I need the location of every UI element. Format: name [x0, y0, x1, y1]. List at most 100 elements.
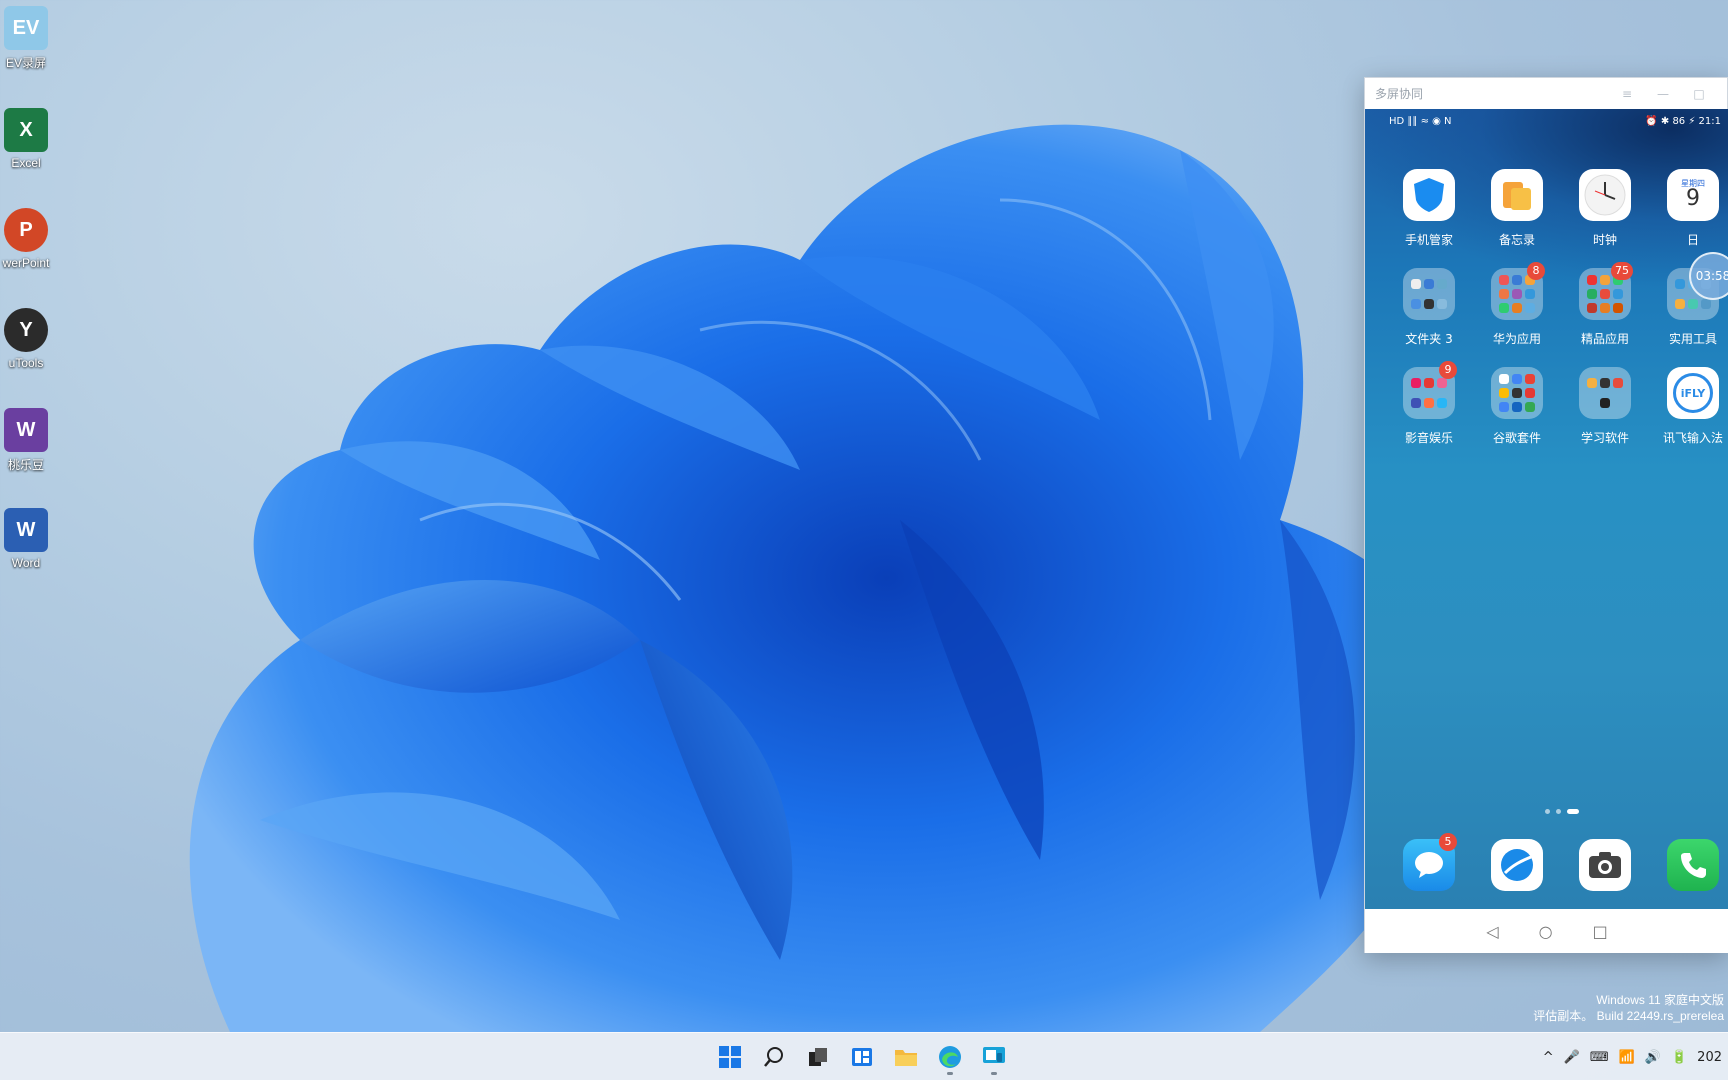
volume-icon[interactable]: 🔊 — [1645, 1050, 1661, 1065]
word-icon: W — [4, 508, 48, 552]
notification-badge: 5 — [1439, 833, 1457, 851]
multi-screen-window[interactable]: 多屏协同 ≡ — □ HD ∥∥ ≈ ◉ N ⏰ ✱ 86 ⚡ 21:1 手机管… — [1364, 77, 1728, 953]
notes-icon — [1491, 169, 1543, 221]
folder-icon — [895, 1050, 917, 1066]
widgets-button[interactable] — [844, 1037, 880, 1077]
ev-recorder-icon: EV — [4, 6, 48, 50]
utools-icon: Y — [4, 308, 48, 352]
taskbar-apps — [712, 1033, 1012, 1080]
app-label: 日 — [1686, 233, 1699, 247]
app-grid: 手机管家 备忘录 时钟 星期四 9 日 文件夹 3 8 华为应用 75 精品应用… — [1385, 169, 1728, 446]
calendar-icon: 星期四 9 — [1667, 169, 1719, 221]
desktop-icon-label: Word — [11, 556, 41, 570]
home-icon[interactable]: ○ — [1539, 922, 1553, 941]
watermark-line: Windows 11 家庭中文版 — [1596, 993, 1724, 1007]
dock-messages[interactable]: 5 — [1385, 833, 1473, 891]
app-study-software[interactable]: 学习软件 — [1561, 367, 1649, 446]
edge-button[interactable] — [932, 1037, 968, 1077]
app-label: 文件夹 3 — [1405, 332, 1453, 346]
notification-badge: 75 — [1611, 262, 1633, 280]
dock-browser[interactable] — [1473, 839, 1561, 891]
dock-phone[interactable] — [1649, 839, 1728, 891]
page-dot — [1556, 809, 1561, 814]
app-clock[interactable]: 时钟 — [1561, 169, 1649, 248]
dock-camera[interactable] — [1561, 839, 1649, 891]
task-view-button[interactable] — [800, 1037, 836, 1077]
page-indicator — [1545, 809, 1579, 814]
input-method-icon[interactable]: ⌨ — [1590, 1050, 1609, 1065]
shield-icon — [1403, 169, 1455, 221]
app-label: 谷歌套件 — [1492, 431, 1541, 445]
app-huawei-apps[interactable]: 8 华为应用 — [1473, 262, 1561, 347]
task-view-icon — [809, 1048, 827, 1066]
window-title: 多屏协同 — [1375, 87, 1424, 101]
app-featured-apps[interactable]: 75 精品应用 — [1561, 262, 1649, 347]
app-google-suite[interactable]: 谷歌套件 — [1473, 367, 1561, 446]
running-indicator — [947, 1072, 953, 1075]
taskbar: ^ 🎤 ⌨ 📶 🔊 🔋 202 — [0, 1032, 1728, 1080]
windows-logo-icon — [719, 1046, 741, 1068]
wifi-icon[interactable]: 📶 — [1619, 1050, 1635, 1065]
app-label: 时钟 — [1592, 233, 1617, 247]
phone-screen[interactable]: HD ∥∥ ≈ ◉ N ⏰ ✱ 86 ⚡ 21:1 手机管家 备忘录 时钟 星期… — [1365, 109, 1728, 909]
system-tray: ^ 🎤 ⌨ 📶 🔊 🔋 202 — [1543, 1033, 1728, 1080]
app-phone-manager[interactable]: 手机管家 — [1385, 169, 1473, 248]
phone-icon — [1667, 839, 1719, 891]
desktop-icon-utools[interactable]: Y uTools — [0, 308, 52, 370]
edge-icon — [939, 1046, 961, 1068]
folder-icon — [1403, 268, 1455, 320]
app-label: 实用工具 — [1668, 332, 1717, 346]
windows-watermark: Windows 11 家庭中文版 评估副本。 Build 22449.rs_pr… — [1533, 992, 1728, 1024]
multi-screen-icon — [983, 1047, 1005, 1063]
desktop-icon-taoledou[interactable]: W 桃乐豆 — [0, 408, 52, 473]
powerpoint-icon: P — [4, 208, 48, 252]
app-label: 讯飞输入法 — [1662, 431, 1723, 445]
app-label: 影音娱乐 — [1404, 431, 1453, 445]
app-calendar[interactable]: 星期四 9 日 — [1649, 169, 1728, 248]
camera-icon — [1579, 839, 1631, 891]
phone-dock: 5 — [1385, 833, 1728, 891]
app-label: 精品应用 — [1580, 332, 1629, 346]
phone-nav-bar: ◁ ○ □ — [1365, 909, 1728, 953]
desktop-icon-label: 桃乐豆 — [7, 458, 44, 472]
folder-icon — [1579, 367, 1631, 419]
recent-apps-icon[interactable]: □ — [1593, 922, 1608, 941]
widgets-icon — [852, 1048, 872, 1066]
browser-icon — [1491, 839, 1543, 891]
app-notes[interactable]: 备忘录 — [1473, 169, 1561, 248]
window-titlebar[interactable]: 多屏协同 ≡ — □ — [1365, 78, 1727, 109]
search-button[interactable] — [756, 1037, 792, 1077]
desktop-icon-excel[interactable]: X Excel — [0, 108, 52, 170]
microphone-icon[interactable]: 🎤 — [1564, 1050, 1580, 1065]
menu-icon[interactable]: ≡ — [1609, 87, 1645, 101]
folder-icon — [1491, 367, 1543, 419]
watermark-line: 评估副本。 Build 22449.rs_prerelea — [1533, 1009, 1724, 1023]
desktop-icon-label: uTools — [8, 356, 44, 370]
app-folder-3[interactable]: 文件夹 3 — [1385, 268, 1473, 347]
app-label: 备忘录 — [1498, 233, 1535, 247]
app-label: 学习软件 — [1580, 431, 1629, 445]
minimize-icon[interactable]: — — [1645, 87, 1681, 101]
desktop-icon-word[interactable]: W Word — [0, 508, 52, 570]
back-icon[interactable]: ◁ — [1486, 922, 1498, 941]
notification-badge: 9 — [1439, 361, 1457, 379]
phone-status-bar: HD ∥∥ ≈ ◉ N ⏰ ✱ 86 ⚡ 21:1 — [1365, 109, 1728, 133]
start-button[interactable] — [712, 1037, 748, 1077]
app-label: 华为应用 — [1492, 332, 1541, 346]
page-dot — [1545, 809, 1550, 814]
status-right: ⏰ ✱ 86 ⚡ 21:1 — [1645, 115, 1721, 127]
multi-screen-button[interactable] — [976, 1037, 1012, 1077]
battery-icon[interactable]: 🔋 — [1671, 1050, 1687, 1065]
clock-icon — [1579, 169, 1631, 221]
running-indicator — [991, 1072, 997, 1075]
desktop-icon-powerpoint[interactable]: P werPoint — [0, 208, 52, 270]
excel-icon: X — [4, 108, 48, 152]
desktop-icon-ev-recorder[interactable]: EV EV录屏 — [0, 6, 52, 71]
maximize-icon[interactable]: □ — [1681, 87, 1717, 101]
app-media-entertainment[interactable]: 9 影音娱乐 — [1385, 361, 1473, 446]
clock-text[interactable]: 202 — [1697, 1050, 1722, 1065]
desktop-icon-label: werPoint — [2, 256, 50, 270]
chevron-up-icon[interactable]: ^ — [1543, 1050, 1554, 1065]
app-ifly-input[interactable]: iFLY 讯飞输入法 — [1649, 367, 1728, 446]
file-explorer-button[interactable] — [888, 1037, 924, 1077]
